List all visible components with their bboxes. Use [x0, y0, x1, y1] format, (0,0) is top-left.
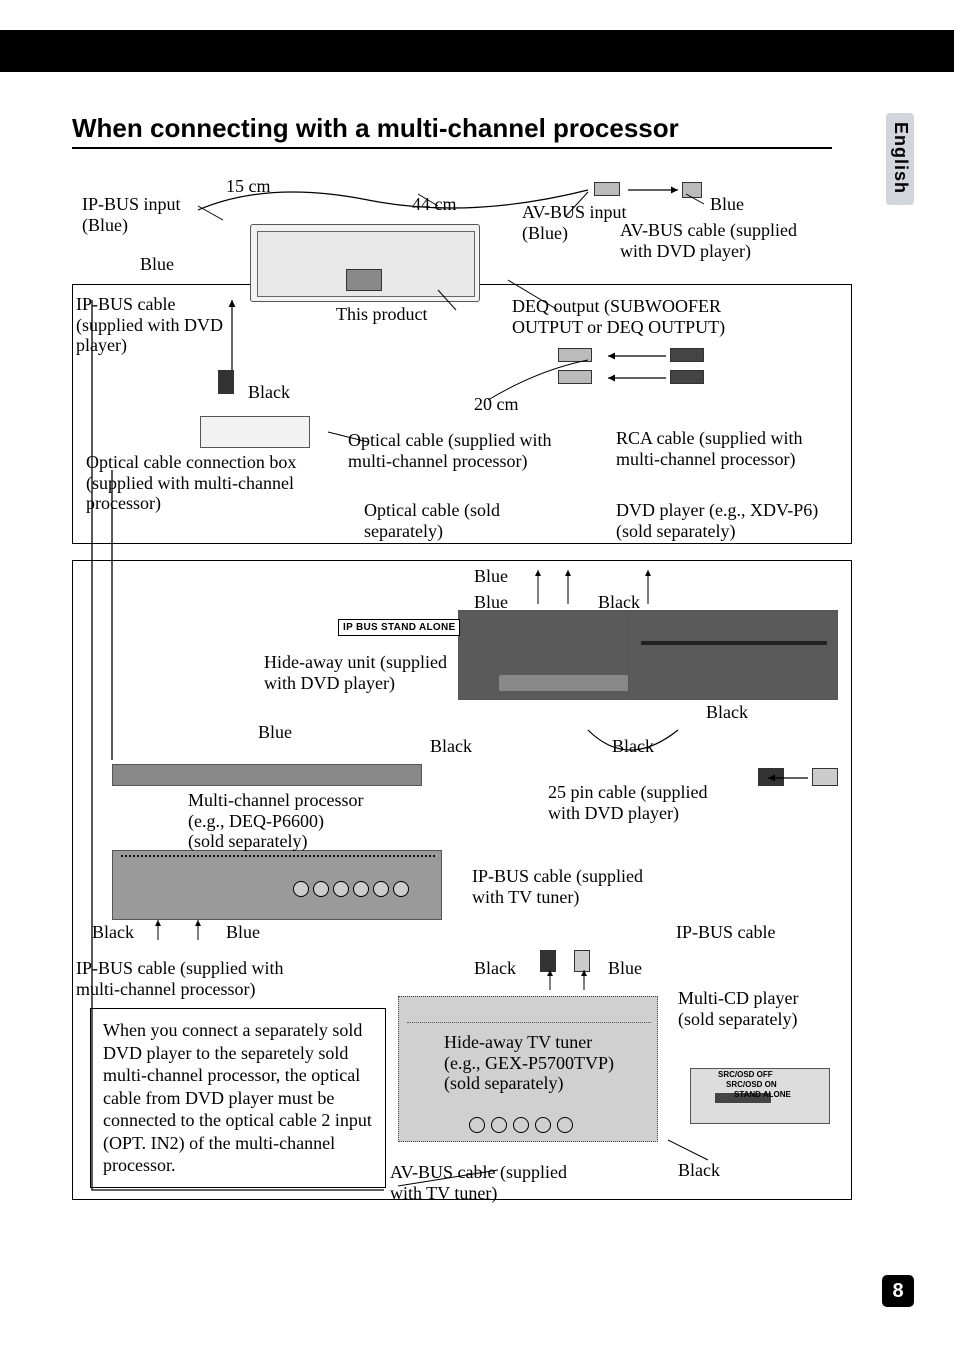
label-black-mid1: Black [598, 592, 640, 613]
switch-stand-alone: STAND ALONE [734, 1090, 791, 1100]
label-avbus-tv: AV-BUS cable (supplied with TV tuner) [390, 1162, 610, 1203]
ipbus-conn-blue-bot [574, 950, 590, 972]
label-blue-bl: Blue [226, 922, 260, 943]
note-box: When you connect a separately sold DVD p… [90, 1008, 386, 1188]
connector-avbus-right [682, 182, 702, 198]
connector-avbus-top [594, 182, 620, 196]
switch-src-osd-off: SRC/OSD OFF [718, 1070, 773, 1080]
label-44cm: 44 cm [412, 194, 457, 215]
title-underline [72, 147, 832, 149]
ipbus-conn-black-bot [540, 950, 556, 972]
head-unit [250, 224, 480, 302]
label-rca-cable: RCA cable (supplied with multi-channel p… [616, 428, 846, 469]
ipbus-standalone-switch-label: IP BUS STAND ALONE [338, 619, 460, 636]
label-black-bot: Black [474, 958, 516, 979]
label-optical-sold: Optical cable (sold separately) [364, 500, 564, 541]
label-blue-top-left: Blue [140, 254, 174, 275]
wiring-diagram: IP BUS STAND ALONE SRC/OSD OFF SRC/OSD O [68, 170, 858, 1220]
label-15cm: 15 cm [226, 176, 271, 197]
label-multi-proc: Multi-channel processor (e.g., DEQ-P6600… [188, 790, 408, 852]
multi-channel-processor-top [112, 764, 422, 786]
label-hideaway-dvd: Hide-away unit (supplied with DVD player… [264, 652, 474, 693]
label-25pin: 25 pin cable (supplied with DVD player) [548, 782, 758, 823]
label-ipbus-input: IP-BUS input (Blue) [82, 194, 212, 235]
label-blue-mid1: Blue [474, 566, 508, 587]
label-ipbus-mcp: IP-BUS cable (supplied with multi-channe… [76, 958, 316, 999]
label-ipbus-tv: IP-BUS cable (supplied with TV tuner) [472, 866, 682, 907]
label-optical-supplied: Optical cable (supplied with multi-chann… [348, 430, 588, 471]
rca-right2 [670, 370, 704, 384]
top-black-bar [0, 30, 954, 72]
label-ipbus-plain: IP-BUS cable [676, 922, 775, 943]
label-black-mid2: Black [430, 736, 472, 757]
label-multi-cd: Multi-CD player (sold separately) [678, 988, 838, 1029]
page-number: 8 [882, 1275, 914, 1307]
optical-connection-box [200, 416, 310, 448]
label-deq-output: DEQ output (SUBWOOFER OUTPUT or DEQ OUTP… [512, 296, 792, 337]
label-blue-top-right: Blue [710, 194, 744, 215]
switch-src-osd-on: SRC/OSD ON [726, 1080, 777, 1090]
ipbus-conn-right-bot1 [758, 768, 784, 786]
label-black-very-bot: Black [678, 1160, 720, 1181]
label-black-upper: Black [248, 382, 290, 403]
label-ipbus-cable-dvd: IP-BUS cable (supplied with DVD player) [76, 294, 246, 356]
ipbus-conn-right-bot2 [812, 768, 838, 786]
label-black-bl: Black [92, 922, 134, 943]
label-this-product: This product [336, 304, 428, 325]
label-black-mid3: Black [612, 736, 654, 757]
label-optical-box: Optical cable connection box (supplied w… [86, 452, 336, 514]
label-dvd-player: DVD player (e.g., XDV-P6) (sold separate… [616, 500, 846, 541]
label-blue-bot: Blue [608, 958, 642, 979]
label-black-right: Black [706, 702, 748, 723]
label-hideaway-tv: Hide-away TV tuner (e.g., GEX-P5700TVP) … [444, 1032, 654, 1094]
rca-left2 [558, 370, 592, 384]
dvd-player [628, 610, 838, 700]
label-blue-mid2: Blue [474, 592, 508, 613]
label-blue-bottom-left: Blue [258, 722, 292, 743]
rca-left [558, 348, 592, 362]
section-title: When connecting with a multi-channel pro… [72, 113, 679, 144]
plug-black-optical [218, 370, 234, 394]
label-20cm: 20 cm [474, 394, 519, 415]
language-tab: English [890, 122, 911, 194]
rca-right [670, 348, 704, 362]
multi-channel-processor [112, 850, 442, 920]
label-avbus-cable-dvd: AV-BUS cable (supplied with DVD player) [620, 220, 840, 261]
